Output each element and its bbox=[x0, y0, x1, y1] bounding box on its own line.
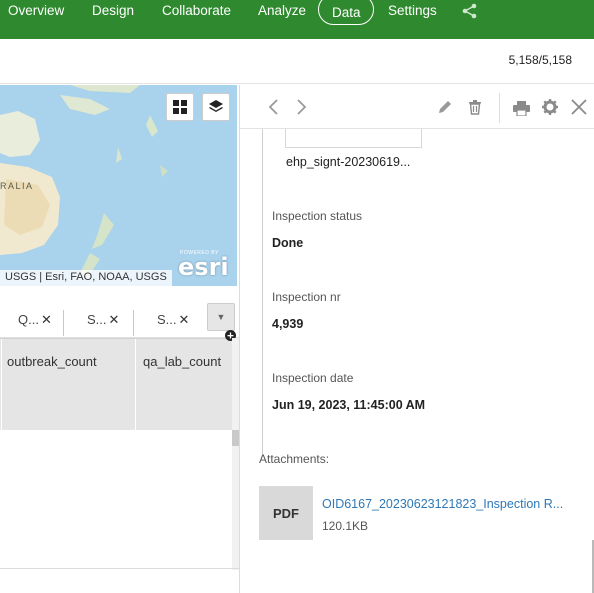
chevron-left-icon[interactable] bbox=[267, 99, 279, 115]
basemap-gallery-button[interactable] bbox=[166, 93, 194, 121]
filter-tab-q[interactable]: Q... ✕ bbox=[18, 312, 52, 328]
table-header: outbreak_count qa_lab_count bbox=[0, 338, 232, 431]
close-icon[interactable]: ✕ bbox=[109, 312, 120, 327]
column-header-outbreak-count[interactable]: outbreak_count bbox=[7, 354, 97, 369]
field-label-inspection-status: Inspection status bbox=[272, 209, 363, 223]
tab-overview[interactable]: Overview bbox=[8, 2, 64, 19]
map-country-label: RALIA bbox=[0, 181, 34, 191]
chevron-down-icon: ▼ bbox=[216, 312, 226, 322]
map-view[interactable]: RALIA POWERED BY esri USGS | Esri, FAO, … bbox=[0, 85, 237, 286]
esri-logo: POWERED BY esri bbox=[178, 250, 229, 281]
map-attribution[interactable]: USGS | Esri, FAO, NOAA, USGS bbox=[0, 270, 172, 286]
attachments-label: Attachments: bbox=[259, 452, 330, 466]
filter-tab-s-2[interactable]: S... ✕ bbox=[157, 312, 189, 328]
chevron-right-icon[interactable] bbox=[296, 99, 308, 115]
grid-icon bbox=[173, 100, 187, 114]
record-count-bar: 5,158/5,158 bbox=[0, 39, 594, 84]
gear-icon[interactable] bbox=[542, 99, 558, 115]
column-header-qa-lab-count[interactable]: qa_lab_count bbox=[143, 354, 221, 369]
field-value-inspection-status: Done bbox=[272, 236, 304, 250]
close-icon[interactable]: ✕ bbox=[179, 312, 190, 327]
tab-design[interactable]: Design bbox=[92, 2, 134, 19]
signature-thumbnail[interactable] bbox=[285, 129, 422, 148]
share-icon[interactable] bbox=[461, 2, 479, 20]
filter-tab-bar: Q... ✕ S... ✕ S... ✕ ▼ bbox=[0, 294, 240, 338]
attachment-link[interactable]: OID6167_20230623121823_Inspection R... bbox=[322, 497, 584, 511]
signature-file-name[interactable]: ehp_signt-20230619... bbox=[286, 155, 410, 169]
close-icon[interactable] bbox=[571, 99, 587, 115]
layer-list-button[interactable] bbox=[202, 93, 230, 121]
attachment-size: 120.1KB bbox=[322, 519, 369, 533]
feature-details-panel: ehp_signt-20230619... Inspection status … bbox=[239, 85, 594, 593]
tab-settings[interactable]: Settings bbox=[388, 2, 437, 19]
edit-icon[interactable] bbox=[437, 99, 453, 115]
field-label-inspection-nr: Inspection nr bbox=[272, 290, 341, 304]
tab-data[interactable]: Data bbox=[318, 0, 374, 25]
tab-analyze[interactable]: Analyze bbox=[258, 2, 306, 19]
field-value-inspection-nr: 4,939 bbox=[272, 317, 304, 331]
field-value-inspection-date: Jun 19, 2023, 11:45:00 AM bbox=[272, 398, 426, 412]
attribute-table: Q... ✕ S... ✕ S... ✕ ▼ outbreak_count qa_la… bbox=[0, 286, 240, 593]
print-icon[interactable] bbox=[513, 101, 530, 116]
field-label-inspection-date: Inspection date bbox=[272, 371, 354, 385]
pdf-file-icon[interactable]: PDF bbox=[259, 486, 313, 540]
tab-collaborate[interactable]: Collaborate bbox=[162, 2, 231, 19]
close-icon[interactable]: ✕ bbox=[41, 312, 52, 327]
delete-icon[interactable] bbox=[468, 99, 482, 115]
tab-list-dropdown[interactable]: ▼ bbox=[207, 303, 235, 331]
top-navigation-bar: Overview Design Collaborate Analyze Data… bbox=[0, 0, 594, 39]
filter-tab-s-1[interactable]: S... ✕ bbox=[87, 312, 119, 328]
record-count: 5,158/5,158 bbox=[508, 53, 572, 67]
layers-icon bbox=[209, 100, 223, 112]
